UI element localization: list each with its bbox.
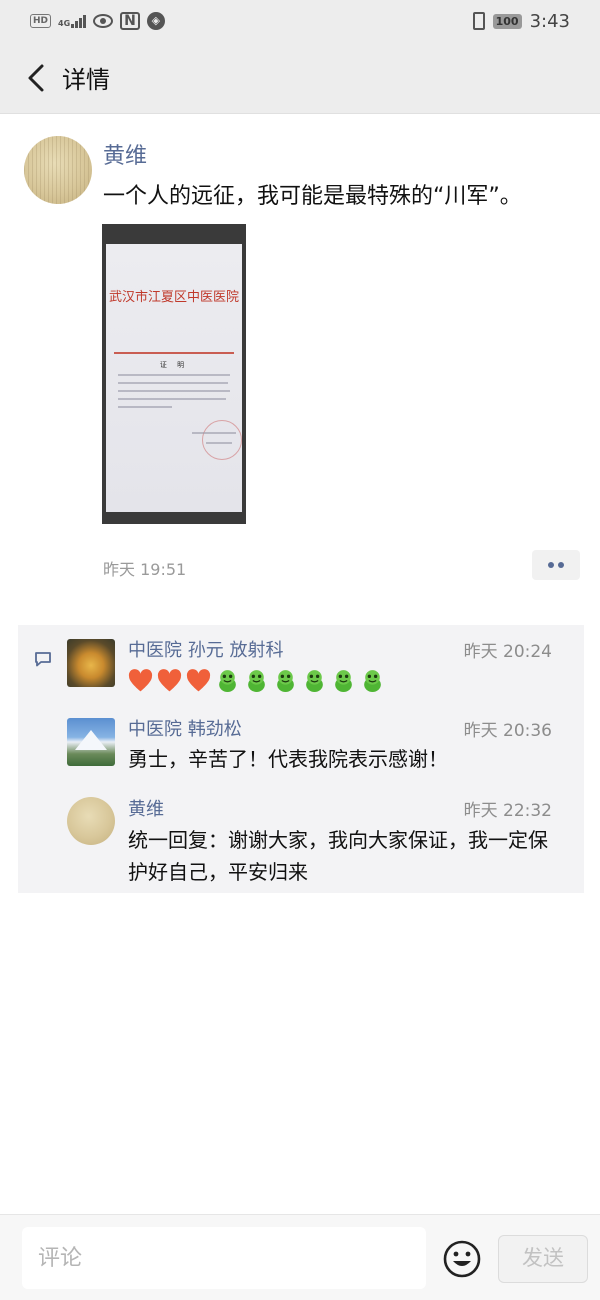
document-stamp <box>202 420 242 460</box>
author-avatar[interactable] <box>24 136 92 204</box>
comment-input[interactable] <box>22 1227 426 1289</box>
document-text-line <box>118 406 172 408</box>
document-rule <box>114 352 234 354</box>
hd-badge: HD <box>30 14 52 28</box>
more-button[interactable] <box>532 550 580 580</box>
commenter-avatar[interactable] <box>67 797 115 845</box>
nfc-icon: N <box>120 12 140 30</box>
comment-time: 昨天 22:32 <box>463 801 552 821</box>
heart-icon <box>186 668 211 691</box>
post-text: 一个人的远征，我可能是最特殊的“川军”。 <box>103 184 522 209</box>
frog-emoji-icon <box>335 670 352 692</box>
signal-indicator: 4G <box>58 14 87 28</box>
frog-emoji-icon <box>364 670 381 692</box>
commenter-avatar[interactable] <box>67 718 115 766</box>
signal-bars-icon <box>71 14 87 28</box>
back-icon[interactable] <box>14 56 58 100</box>
comment-emoji-row <box>128 668 385 693</box>
post-photo[interactable]: 武汉市江夏区中医医院 证 明 <box>102 224 246 524</box>
notification-icon: ◈ <box>146 12 165 30</box>
commenter-name[interactable]: 黄维 <box>128 795 164 821</box>
post-time: 昨天 19:51 <box>103 560 187 579</box>
network-type: 4G <box>58 19 71 28</box>
document-subtitle: 证 明 <box>159 361 189 369</box>
nav-bar: 详情 <box>0 42 600 114</box>
document-text-line <box>118 374 230 376</box>
more-dot <box>548 562 554 568</box>
frog-emoji-icon <box>306 670 323 692</box>
comment-text: 统一回复：谢谢大家，我向大家保证，我一定保护好自己，平安归来 <box>128 828 548 884</box>
frog-emoji-icon <box>248 670 265 692</box>
status-time: 3:43 <box>529 10 570 32</box>
page-title: 详情 <box>62 66 110 94</box>
document-text-line <box>118 390 230 392</box>
comment-text: 勇士，辛苦了！代表我院表示感谢！ <box>128 747 448 771</box>
commenter-name[interactable]: 中医院 孙元 放射科 <box>128 636 283 662</box>
comment-time: 昨天 20:36 <box>463 721 552 741</box>
status-bar-left: HD 4G N ◈ <box>30 12 165 30</box>
heart-icon <box>128 668 153 691</box>
document-date-line <box>206 442 232 444</box>
smiley-icon[interactable] <box>442 1239 482 1279</box>
comments-section: 中医院 孙元 放射科 昨天 20:24 中医院 韩劲松 昨天 20:36 勇士，… <box>18 625 584 893</box>
document-paper: 武汉市江夏区中医医院 证 明 <box>106 244 242 512</box>
status-bar: HD 4G N ◈ 100 3:43 <box>0 0 600 42</box>
post-author-name[interactable]: 黄维 <box>103 138 147 170</box>
comment-time: 昨天 20:24 <box>463 642 552 662</box>
heart-icon <box>157 668 182 691</box>
battery-icon: 100 <box>492 13 522 29</box>
send-button[interactable]: 发送 <box>498 1235 588 1283</box>
eye-comfort-icon <box>93 14 114 28</box>
commenter-avatar[interactable] <box>67 639 115 687</box>
document-signature-line <box>192 432 236 434</box>
frog-emoji-icon <box>219 670 236 692</box>
frog-emoji-icon <box>277 670 294 692</box>
document-title: 武汉市江夏区中医医院 <box>108 290 239 305</box>
comment-bubble-icon <box>35 652 51 667</box>
more-dot <box>558 562 564 568</box>
document-text-line <box>118 382 228 384</box>
comment-input-bar: 发送 <box>0 1214 600 1300</box>
document-text-line <box>118 398 226 400</box>
commenter-name[interactable]: 中医院 韩劲松 <box>128 715 242 741</box>
status-bar-right: 100 3:43 <box>472 10 570 32</box>
vibrate-icon <box>472 12 485 30</box>
